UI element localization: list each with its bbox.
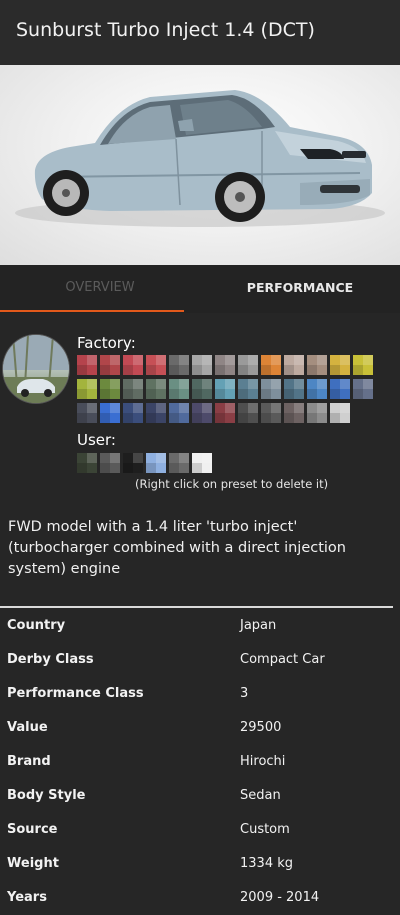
factory-paint-swatch[interactable] [238, 355, 258, 375]
spec-row: Value 29500 [0, 711, 400, 745]
factory-paint-swatch[interactable] [353, 355, 373, 375]
factory-paint-swatch[interactable] [284, 403, 304, 423]
paint-selector: Factory: User: (Right click on preset to… [0, 318, 400, 498]
spec-row: Source Custom [0, 813, 400, 847]
user-paint-swatch[interactable] [77, 453, 97, 473]
factory-paint-swatch[interactable] [307, 379, 327, 399]
factory-paint-swatch[interactable] [100, 403, 120, 423]
user-preset-hint: (Right click on preset to delete it) [135, 477, 329, 491]
header-bar: Sunburst Turbo Inject 1.4 (DCT) [0, 0, 400, 65]
factory-paint-swatch[interactable] [307, 355, 327, 375]
user-paint-swatch[interactable] [123, 453, 143, 473]
spec-value: 29500 [240, 720, 282, 735]
spec-value: Hirochi [240, 754, 286, 769]
user-paint-swatch[interactable] [100, 453, 120, 473]
factory-paint-swatch[interactable] [215, 355, 235, 375]
config-thumbnail-image [2, 334, 70, 404]
active-tab-indicator [0, 310, 184, 312]
spec-row: Years 2009 - 2014 [0, 881, 400, 915]
user-paints-label: User: [77, 431, 116, 449]
section-divider [0, 606, 393, 608]
factory-paint-swatch[interactable] [330, 379, 350, 399]
factory-paint-swatch[interactable] [284, 355, 304, 375]
factory-swatch-grid [77, 355, 373, 423]
tab-performance[interactable]: PERFORMANCE [200, 265, 400, 313]
factory-paint-swatch[interactable] [192, 379, 212, 399]
factory-paint-swatch[interactable] [77, 379, 97, 399]
factory-paint-swatch[interactable] [77, 403, 97, 423]
vehicle-title: Sunburst Turbo Inject 1.4 (DCT) [16, 19, 315, 41]
factory-paint-swatch[interactable] [169, 379, 189, 399]
factory-paint-swatch[interactable] [77, 355, 97, 375]
spec-label: Brand [7, 754, 51, 769]
spec-label: Source [7, 822, 58, 837]
factory-paint-swatch[interactable] [146, 403, 166, 423]
factory-paint-swatch[interactable] [284, 379, 304, 399]
user-swatch-grid [77, 453, 212, 473]
spec-row: Weight 1334 kg [0, 847, 400, 881]
spec-row: Derby Class Compact Car [0, 643, 400, 677]
factory-paint-swatch[interactable] [215, 403, 235, 423]
spec-value: Japan [240, 618, 277, 633]
factory-paint-swatch[interactable] [330, 355, 350, 375]
spec-row: Country Japan [0, 609, 400, 643]
spec-value: 1334 kg [240, 856, 293, 871]
spec-label: Value [7, 720, 48, 735]
factory-paint-swatch[interactable] [123, 379, 143, 399]
factory-paint-swatch[interactable] [169, 355, 189, 375]
factory-paint-swatch[interactable] [215, 379, 235, 399]
spec-label: Derby Class [7, 652, 94, 667]
tab-overview[interactable]: OVERVIEW [0, 265, 200, 313]
user-paint-swatch[interactable] [169, 453, 189, 473]
factory-paint-swatch[interactable] [307, 403, 327, 423]
factory-paint-swatch[interactable] [192, 403, 212, 423]
factory-paint-swatch[interactable] [238, 403, 258, 423]
spec-label: Performance Class [7, 686, 144, 701]
factory-paint-swatch[interactable] [100, 355, 120, 375]
spec-value: Custom [240, 822, 290, 837]
spec-value: 3 [240, 686, 249, 701]
tab-bar: OVERVIEW PERFORMANCE [0, 265, 400, 313]
factory-paint-swatch[interactable] [169, 403, 189, 423]
spec-row: Performance Class 3 [0, 677, 400, 711]
factory-paint-swatch[interactable] [261, 403, 281, 423]
spec-value: Compact Car [240, 652, 325, 667]
factory-paint-swatch[interactable] [238, 379, 258, 399]
spec-label: Weight [7, 856, 59, 871]
spec-row: Body Style Sedan [0, 779, 400, 813]
specs-table: Country Japan Derby Class Compact Car Perfor… [0, 609, 400, 915]
factory-paint-swatch[interactable] [192, 355, 212, 375]
vehicle-description: FWD model with a 1.4 liter 'turbo inject… [8, 519, 346, 577]
factory-paint-swatch[interactable] [123, 355, 143, 375]
factory-paint-swatch[interactable] [100, 379, 120, 399]
factory-paint-swatch[interactable] [330, 403, 350, 423]
factory-paint-swatch[interactable] [146, 379, 166, 399]
spec-label: Country [7, 618, 66, 633]
factory-paint-swatch[interactable] [353, 379, 373, 399]
factory-paint-swatch[interactable] [261, 379, 281, 399]
factory-paints-label: Factory: [77, 334, 136, 352]
vehicle-preview-image [0, 65, 400, 265]
spec-value: 2009 - 2014 [240, 890, 320, 905]
car-illustration [15, 90, 385, 227]
factory-paint-swatch[interactable] [146, 355, 166, 375]
factory-paint-swatch[interactable] [261, 355, 281, 375]
user-paint-swatch[interactable] [192, 453, 212, 473]
spec-label: Years [7, 890, 47, 905]
spec-value: Sedan [240, 788, 281, 803]
user-paint-swatch[interactable] [146, 453, 166, 473]
spec-row: Brand Hirochi [0, 745, 400, 779]
factory-paint-swatch[interactable] [123, 403, 143, 423]
spec-label: Body Style [7, 788, 86, 803]
